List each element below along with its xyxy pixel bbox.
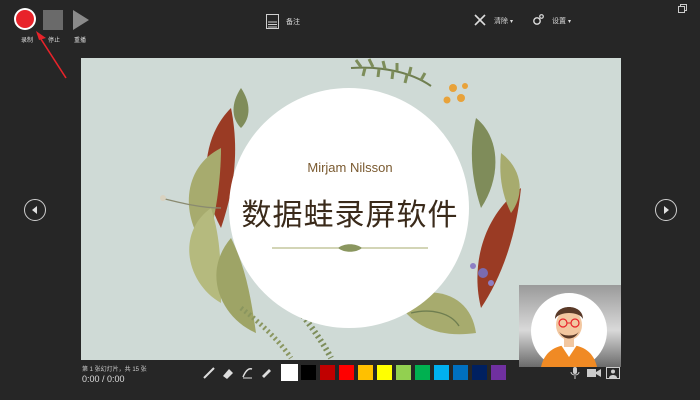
person-icon[interactable] bbox=[606, 367, 620, 379]
pen-color-swatch[interactable] bbox=[301, 365, 316, 380]
pen-color-swatch[interactable] bbox=[339, 365, 354, 380]
prev-slide-icon bbox=[32, 206, 37, 214]
annotation-arrow bbox=[36, 31, 67, 79]
restore-icon[interactable] bbox=[678, 4, 687, 13]
slide-counter: 第 1 张幻灯片，共 15 张 bbox=[82, 367, 147, 373]
pen-color-swatch[interactable] bbox=[281, 364, 298, 381]
webcam-preview[interactable] bbox=[519, 285, 621, 367]
pen-color-swatch[interactable] bbox=[434, 365, 449, 380]
pen-color-swatch[interactable] bbox=[396, 365, 411, 380]
pen-color-swatch[interactable] bbox=[415, 365, 430, 380]
next-slide-button[interactable] bbox=[655, 199, 677, 221]
notes-label: 备注 bbox=[286, 19, 300, 26]
pen-color-swatch[interactable] bbox=[491, 365, 506, 380]
eraser-icon[interactable] bbox=[221, 366, 235, 380]
slide-author: Mirjam Nilsson bbox=[307, 160, 393, 175]
recording-timer: 0:00 / 0:00 bbox=[82, 374, 125, 384]
pen-color-swatch[interactable] bbox=[320, 365, 335, 380]
pen-color-swatch[interactable] bbox=[358, 365, 373, 380]
settings-dropdown-caret: ▾ bbox=[568, 19, 572, 25]
avatar bbox=[531, 293, 607, 367]
title-divider bbox=[272, 244, 428, 252]
pen-icon[interactable] bbox=[202, 366, 216, 380]
camera-icon[interactable] bbox=[587, 367, 601, 379]
pen-color-swatch[interactable] bbox=[472, 365, 487, 380]
notes-icon bbox=[266, 14, 279, 29]
microphone-icon[interactable] bbox=[568, 367, 582, 379]
clear-label: 清除 bbox=[494, 18, 508, 25]
next-slide-icon bbox=[664, 206, 669, 214]
highlighter-icon[interactable] bbox=[259, 366, 273, 380]
settings-icon bbox=[533, 14, 544, 25]
pen-color-swatch[interactable] bbox=[453, 365, 468, 380]
pen-color-swatch[interactable] bbox=[377, 365, 392, 380]
laser-pointer-icon[interactable] bbox=[240, 366, 254, 380]
slide-title: 数据蛙录屏软件 bbox=[241, 198, 459, 233]
clear-dropdown-caret: ▾ bbox=[510, 19, 514, 25]
recording-toolbar: 录制 停止 重播 备注 清除 ▾ 设置 ▾ bbox=[0, 0, 700, 46]
clear-icon bbox=[474, 14, 486, 26]
previous-slide-button[interactable] bbox=[24, 199, 46, 221]
settings-label: 设置 bbox=[552, 18, 566, 25]
